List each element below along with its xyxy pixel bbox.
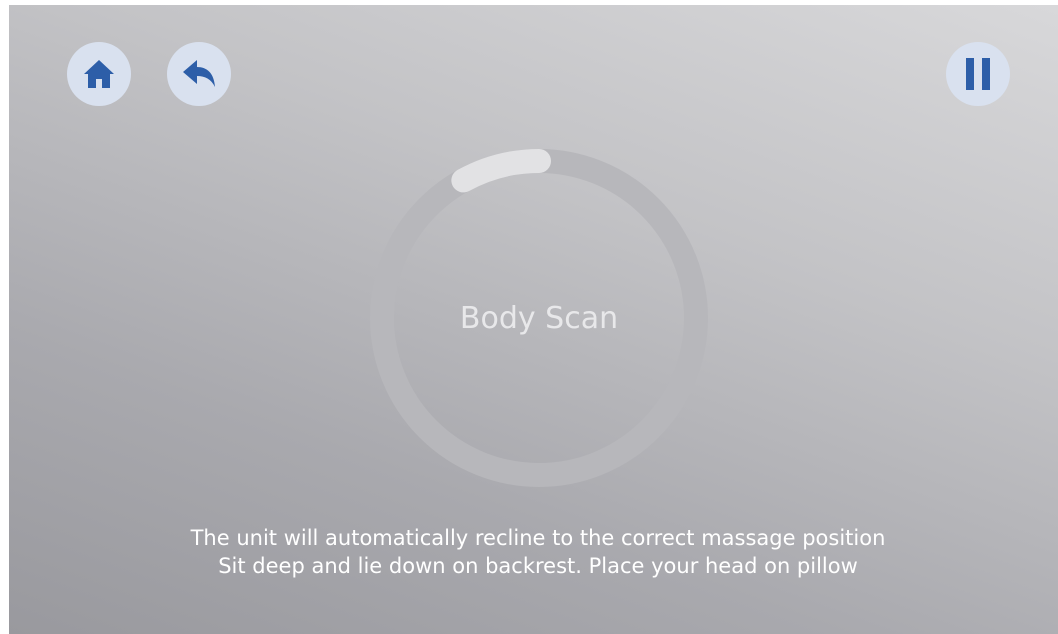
massage-chair-screen: Body Scan The unit will automatically re… [9, 5, 1058, 634]
instruction-line-1: The unit will automatically recline to t… [190, 526, 886, 550]
back-arrow-icon [183, 60, 215, 87]
back-button[interactable] [167, 42, 231, 106]
instructions: The unit will automatically recline to t… [9, 524, 1058, 580]
instruction-line-2: Sit deep and lie down on backrest. Place… [218, 554, 858, 578]
scan-progress-ring: Body Scan [369, 148, 709, 488]
scan-title: Body Scan [459, 300, 619, 336]
home-button[interactable] [67, 42, 131, 106]
pause-button[interactable] [946, 42, 1010, 106]
home-icon [84, 60, 114, 88]
pause-icon [966, 58, 990, 90]
